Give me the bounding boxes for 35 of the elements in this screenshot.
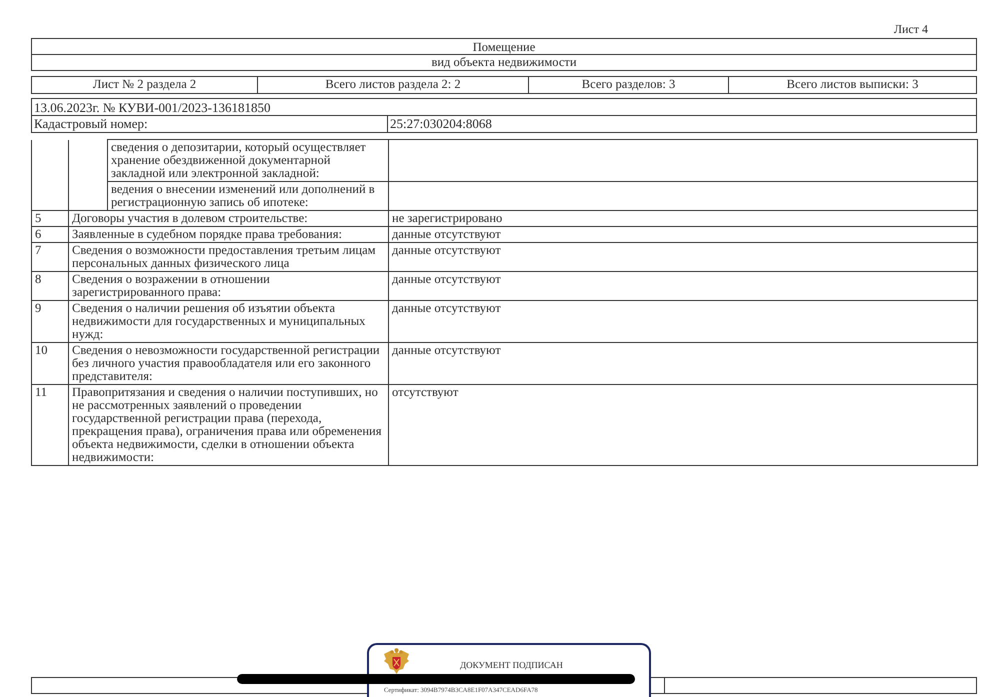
- sheet-info-cell: Всего листов выписки: 3: [728, 77, 976, 93]
- row-label-cell: Сведения о невозможности государственной регистрации без личного участия правообладателя или его законного представителя:: [68, 342, 388, 384]
- row-label-cell: Сведения о наличии решения об изъятии объекта недвижимости для государственных и муниципальных нужд:: [68, 300, 388, 342]
- row-number-cell: 7: [32, 242, 68, 272]
- emblem-icon: [383, 648, 410, 675]
- row-value-cell: данные отсутствуют: [388, 300, 978, 342]
- row-label-cell: Сведения о возражении в отношении зарегистрированного права:: [68, 272, 388, 300]
- continuation-cell: ведения о внесении изменений или дополнений в регистрационную запись об ипотеке:: [108, 182, 388, 210]
- row-label-cell: Договоры участия в долевом строительстве:: [68, 210, 388, 226]
- row-number-cell: 10: [32, 342, 68, 384]
- title-cell: Помещение: [32, 39, 976, 55]
- cadastral-number-cell-text: 25:27:030204:8068: [389, 116, 492, 132]
- row-value-cell: данные отсутствуют: [388, 242, 978, 272]
- row-value-cell: данные отсутствуют: [388, 342, 978, 384]
- cadastral-label-cell: Кадастровый номер:: [32, 116, 388, 132]
- row-number-cell: 11: [32, 384, 68, 466]
- page-number-label: Лист 4: [894, 22, 928, 36]
- extract-number-cell: 13.06.2023г. № КУВИ-001/2023-136181850: [32, 99, 976, 116]
- row-value-cell: не зарегистрировано: [388, 210, 978, 226]
- row-number-cell: 5: [32, 210, 68, 226]
- sheet-info-cell: Всего разделов: 3: [528, 77, 728, 93]
- row-number-cell: 6: [32, 226, 68, 242]
- row-value-cell: данные отсутствуют: [388, 272, 978, 300]
- continuation-cell: сведения о депозитарии, который осуществляет хранение обездвиженной документарной закладной или электронной закладной:: [108, 140, 388, 182]
- object-type-cell-text: вид объекта недвижимости: [430, 55, 578, 70]
- row-label-cell: Заявленные в судебном порядке права требования:: [68, 226, 388, 242]
- row-number-cell: 8: [32, 272, 68, 300]
- stamp-title: ДОКУМЕНТ ПОДПИСАН: [460, 660, 563, 671]
- sheet-info-cell: Всего листов раздела 2: 2: [257, 77, 528, 93]
- row-number-cell: 9: [32, 300, 68, 342]
- row-label-cell: Сведения о возможности предоставления третьим лицам персональных данных физического лица: [68, 242, 388, 272]
- row-value-cell: данные отсутствуют: [388, 226, 978, 242]
- sheet-info-cell-text: Лист № 2 раздела 2: [92, 77, 198, 93]
- row-label-cell: Правопритязания и сведения о наличии поступивших, но не рассмотренных заявлений о проведении государственной регистрации права (перехода, прекращения права), ограничения права или обременения объекта недвижимости, сделки в отношении объекта недвижимости:: [68, 384, 388, 466]
- row-value-cell: отсутствуют: [388, 384, 978, 466]
